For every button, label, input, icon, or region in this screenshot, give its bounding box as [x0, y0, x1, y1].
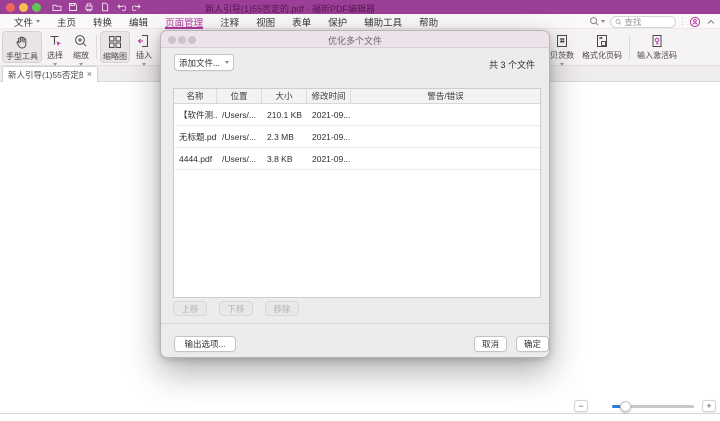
zoom-in-button[interactable]: + — [702, 400, 716, 412]
col-size[interactable]: 大小 — [262, 89, 307, 103]
menubar: 文件 主页 转换 编辑 页面管理 注释 视图 表单 保护 辅助工具 帮助 — [0, 14, 720, 29]
menu-help[interactable]: 帮助 — [419, 14, 438, 29]
zoom-slider-handle[interactable] — [620, 401, 631, 412]
file-count-label: 共 3 个文件 — [489, 58, 535, 71]
table-row[interactable]: 4444.pdf /Users/... 3.8 KB 2021-09... — [174, 148, 540, 170]
insert-page-icon — [136, 33, 152, 49]
tab-title: 新人引导(1)55否定的... — [8, 69, 83, 81]
menu-form[interactable]: 表单 — [292, 14, 311, 29]
toolbar-separator — [96, 35, 97, 59]
cancel-button[interactable]: 取消 — [474, 336, 507, 352]
table-row[interactable]: 无标题.pdf /Users/... 2.3 MB 2021-09... — [174, 126, 540, 148]
account-icon[interactable] — [689, 16, 701, 28]
col-location[interactable]: 位置 — [217, 89, 262, 103]
search-input[interactable] — [625, 17, 671, 27]
toolbar-item-format-page-number[interactable]: 格式化页码 — [579, 31, 625, 63]
statusbar-divider — [0, 413, 720, 414]
col-modified[interactable]: 修改时间 — [307, 89, 351, 103]
app-window: 新人引导(1)55否定的.pdf - 福昕PDF编辑器 文件 主页 转换 编辑 … — [0, 0, 720, 421]
window-title: 新人引导(1)55否定的.pdf - 福昕PDF编辑器 — [120, 2, 460, 15]
thumbnail-grid-icon — [107, 34, 123, 50]
toolbar-item-select[interactable]: 选择 — [42, 31, 68, 63]
chevron-down-icon — [225, 61, 229, 64]
fullscreen-window-button[interactable] — [32, 3, 41, 12]
optimize-files-dialog: 优化多个文件 添加文件... 共 3 个文件 名称 位置 大小 修改时间 警告/… — [160, 30, 550, 358]
menubar-right-controls — [589, 14, 717, 29]
toolbar-item-hand-tool[interactable]: 手型工具 — [2, 31, 42, 63]
menu-file[interactable]: 文件 — [14, 14, 40, 29]
menu-comment[interactable]: 注释 — [220, 14, 239, 29]
toolbar-item-bates-number[interactable]: 贝茨数 — [545, 31, 579, 63]
dialog-divider — [161, 323, 549, 324]
toolbar-item-activation-code[interactable]: 输入激活码 — [633, 31, 681, 63]
ok-button[interactable]: 确定 — [516, 336, 549, 352]
add-files-button[interactable]: 添加文件... — [174, 54, 234, 71]
format-page-number-icon — [594, 33, 610, 49]
col-name[interactable]: 名称 — [174, 89, 217, 103]
open-file-icon[interactable] — [52, 2, 62, 12]
toolbar-item-zoom[interactable]: 缩放 — [68, 31, 94, 63]
menu-page-management[interactable]: 页面管理 — [165, 14, 203, 29]
menu-edit[interactable]: 编辑 — [129, 14, 148, 29]
dialog-titlebar[interactable]: 优化多个文件 — [161, 31, 549, 48]
toolbar-separator — [629, 35, 630, 59]
col-warnings[interactable]: 警告/错误 — [351, 89, 540, 103]
table-row[interactable]: 【软件测... /Users/... 210.1 KB 2021-09... — [174, 104, 540, 126]
document-icon[interactable] — [100, 2, 110, 12]
menu-accessibility[interactable]: 辅助工具 — [364, 14, 402, 29]
zoom-out-button[interactable]: − — [574, 400, 588, 412]
bates-number-icon — [554, 33, 570, 49]
activation-code-icon — [649, 33, 665, 49]
output-options-button[interactable]: 输出选项... — [174, 336, 236, 352]
minimize-window-button[interactable] — [19, 3, 28, 12]
select-icon — [47, 33, 63, 49]
more-icon[interactable] — [681, 18, 685, 26]
save-icon[interactable] — [68, 2, 78, 12]
menu-convert[interactable]: 转换 — [93, 14, 112, 29]
remove-button[interactable]: 移除 — [265, 301, 299, 316]
search-icon — [615, 18, 622, 26]
search-options-icon[interactable] — [589, 16, 605, 27]
menu-protect[interactable]: 保护 — [328, 14, 347, 29]
move-up-button[interactable]: 上移 — [173, 301, 207, 316]
zoom-icon — [73, 33, 89, 49]
hand-icon — [14, 34, 30, 50]
table-header: 名称 位置 大小 修改时间 警告/错误 — [174, 89, 540, 104]
file-table[interactable]: 名称 位置 大小 修改时间 警告/错误 【软件测... /Users/... 2… — [173, 88, 541, 298]
chevron-down-icon — [36, 20, 40, 23]
move-down-button[interactable]: 下移 — [219, 301, 253, 316]
titlebar: 新人引导(1)55否定的.pdf - 福昕PDF编辑器 — [0, 0, 720, 14]
close-tab-icon[interactable]: × — [87, 70, 92, 79]
zoom-control: − + — [560, 398, 720, 413]
toolbar-item-thumbnail[interactable]: 缩略图 — [100, 31, 130, 63]
collapse-toolbar-icon[interactable] — [706, 18, 716, 26]
close-window-button[interactable] — [6, 3, 15, 12]
search-field[interactable] — [610, 16, 676, 28]
dialog-title: 优化多个文件 — [161, 34, 549, 47]
menu-home[interactable]: 主页 — [57, 14, 76, 29]
move-buttons: 上移 下移 移除 — [173, 301, 299, 316]
menu-items: 文件 主页 转换 编辑 页面管理 注释 视图 表单 保护 辅助工具 帮助 — [14, 14, 438, 29]
menu-view[interactable]: 视图 — [256, 14, 275, 29]
document-tab[interactable]: 新人引导(1)55否定的... × — [2, 66, 98, 82]
print-icon[interactable] — [84, 2, 94, 12]
toolbar-item-insert[interactable]: 插入 — [131, 31, 157, 63]
